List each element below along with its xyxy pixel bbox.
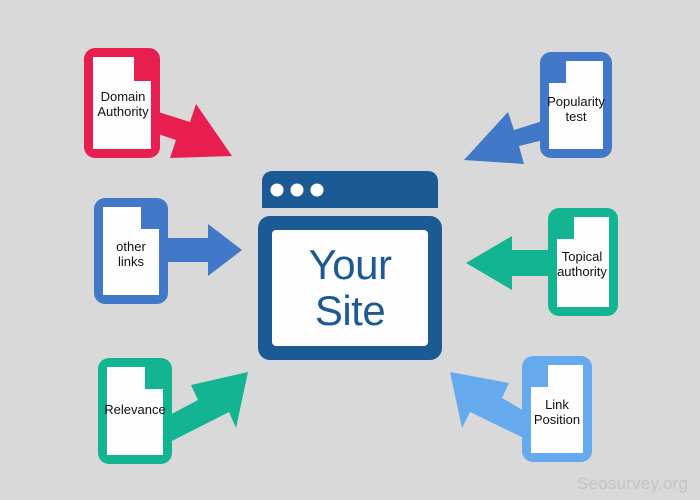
browser-window[interactable]: [258, 171, 442, 360]
browser-title-bar: [262, 171, 438, 208]
diagram-canvas: Domain Authority other links Relevance P…: [0, 0, 700, 500]
watermark: Seosurvey.org: [577, 474, 688, 493]
browser-dot-2: [290, 183, 304, 197]
browser-layer: [258, 171, 442, 360]
browser-dot-1: [270, 183, 284, 197]
browser-dot-3: [310, 183, 324, 197]
browser-screen: [272, 230, 428, 346]
